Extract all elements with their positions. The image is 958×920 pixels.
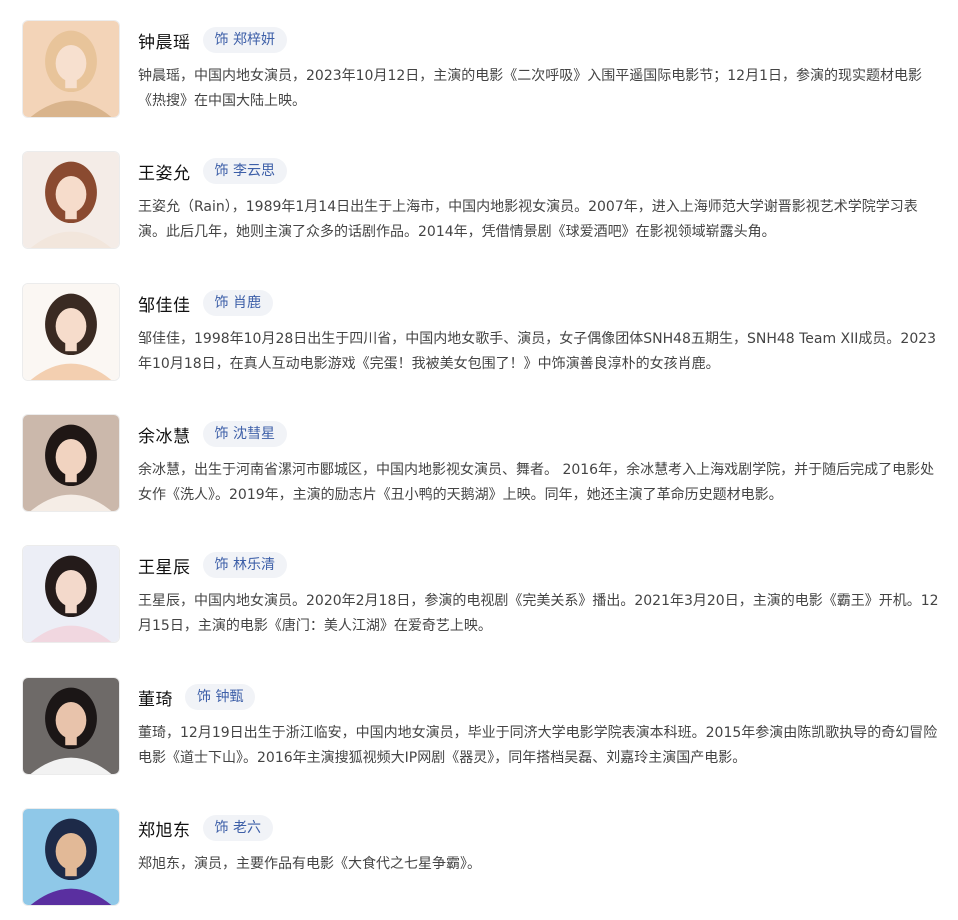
name-row: 郑旭东 饰 老六 bbox=[138, 814, 273, 842]
role-badge[interactable]: 饰 钟甄 bbox=[185, 684, 256, 710]
actor-name[interactable]: 钟晨瑶 bbox=[138, 28, 191, 53]
name-row: 钟晨瑶 饰 郑梓妍 bbox=[138, 26, 287, 54]
actor-name[interactable]: 董琦 bbox=[138, 685, 173, 710]
cast-item[interactable]: 郑旭东 饰 老六 郑旭东，演员，主要作品有电影《大食代之七星争霸》。 bbox=[0, 808, 958, 920]
avatar[interactable] bbox=[22, 151, 120, 249]
role-badge[interactable]: 饰 老六 bbox=[202, 815, 273, 841]
actor-bio: 邹佳佳，1998年10月28日出生于四川省，中国内地女歌手、演员，女子偶像团体S… bbox=[138, 331, 937, 372]
actor-bio: 王姿允（Rain），1989年1月14日出生于上海市，中国内地影视女演员。200… bbox=[138, 199, 918, 240]
actor-name[interactable]: 邹佳佳 bbox=[138, 291, 191, 316]
role-badge[interactable]: 饰 郑梓妍 bbox=[202, 27, 287, 53]
role-badge[interactable]: 饰 李云思 bbox=[202, 158, 287, 184]
role-badge[interactable]: 饰 林乐清 bbox=[202, 552, 287, 578]
actor-bio: 郑旭东，演员，主要作品有电影《大食代之七星争霸》。 bbox=[138, 856, 481, 872]
avatar[interactable] bbox=[22, 545, 120, 643]
avatar[interactable] bbox=[22, 677, 120, 775]
actor-bio: 余冰慧，出生于河南省漯河市郾城区，中国内地影视女演员、舞者。 2016年，余冰慧… bbox=[138, 462, 935, 503]
cast-item[interactable]: 董琦 饰 钟甄 董琦，12月19日出生于浙江临安，中国内地女演员，毕业于同济大学… bbox=[0, 677, 958, 789]
cast-item[interactable]: 王星辰 饰 林乐清 王星辰，中国内地女演员。2020年2月18日，参演的电视剧《… bbox=[0, 545, 958, 657]
avatar[interactable] bbox=[22, 283, 120, 381]
name-row: 董琦 饰 钟甄 bbox=[138, 683, 256, 711]
cast-item[interactable]: 余冰慧 饰 沈彗星 余冰慧，出生于河南省漯河市郾城区，中国内地影视女演员、舞者。… bbox=[0, 414, 958, 526]
name-row: 邹佳佳 饰 肖鹿 bbox=[138, 289, 273, 317]
role-badge[interactable]: 饰 沈彗星 bbox=[202, 421, 287, 447]
actor-name[interactable]: 王姿允 bbox=[138, 159, 191, 184]
name-row: 王星辰 饰 林乐清 bbox=[138, 551, 287, 579]
actor-name[interactable]: 余冰慧 bbox=[138, 422, 191, 447]
cast-item[interactable]: 王姿允 饰 李云思 王姿允（Rain），1989年1月14日出生于上海市，中国内… bbox=[0, 151, 958, 263]
actor-bio: 王星辰，中国内地女演员。2020年2月18日，参演的电视剧《完美关系》播出。20… bbox=[138, 593, 939, 634]
name-row: 余冰慧 饰 沈彗星 bbox=[138, 420, 287, 448]
avatar[interactable] bbox=[22, 414, 120, 512]
role-badge[interactable]: 饰 肖鹿 bbox=[202, 290, 273, 316]
cast-item[interactable]: 邹佳佳 饰 肖鹿 邹佳佳，1998年10月28日出生于四川省，中国内地女歌手、演… bbox=[0, 283, 958, 395]
cast-item[interactable]: 钟晨瑶 饰 郑梓妍 钟晨瑶，中国内地女演员，2023年10月12日，主演的电影《… bbox=[0, 20, 958, 132]
avatar[interactable] bbox=[22, 808, 120, 906]
actor-bio: 钟晨瑶，中国内地女演员，2023年10月12日，主演的电影《二次呼吸》入围平遥国… bbox=[138, 68, 922, 109]
actor-bio: 董琦，12月19日出生于浙江临安，中国内地女演员，毕业于同济大学电影学院表演本科… bbox=[138, 725, 938, 766]
name-row: 王姿允 饰 李云思 bbox=[138, 157, 287, 185]
actor-name[interactable]: 王星辰 bbox=[138, 553, 191, 578]
avatar[interactable] bbox=[22, 20, 120, 118]
actor-name[interactable]: 郑旭东 bbox=[138, 816, 191, 841]
